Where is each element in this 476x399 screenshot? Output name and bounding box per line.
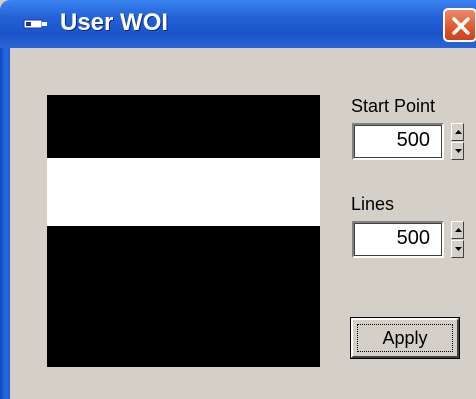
arrow-down-icon	[455, 149, 462, 153]
arrow-up-icon	[455, 228, 462, 232]
arrow-up-icon	[455, 130, 462, 134]
woi-region-band	[47, 158, 320, 226]
arrow-down-icon	[455, 247, 462, 251]
lines-input[interactable]: 500	[352, 221, 444, 258]
lines-down-button[interactable]	[451, 240, 464, 258]
user-woi-window: User WOI Start Point 500 Lines 500 Apply	[0, 0, 476, 399]
start-point-up-button[interactable]	[451, 123, 464, 141]
woi-preview[interactable]	[47, 95, 320, 367]
close-icon	[452, 17, 470, 35]
lines-label: Lines	[351, 194, 395, 214]
apply-button-label: Apply	[382, 327, 428, 348]
lines-up-button[interactable]	[451, 221, 464, 239]
apply-button[interactable]: Apply	[350, 317, 460, 359]
start-point-spinner[interactable]	[451, 123, 464, 160]
start-point-down-button[interactable]	[451, 142, 464, 160]
start-point-label: Start Point	[351, 96, 436, 116]
close-button[interactable]	[443, 8, 476, 42]
lines-spinner[interactable]	[451, 221, 464, 258]
window-title: User WOI	[60, 9, 169, 36]
title-bar[interactable]: User WOI	[0, 0, 476, 48]
start-point-input[interactable]: 500	[352, 123, 444, 160]
app-icon	[23, 19, 47, 29]
window-frame-left	[0, 48, 10, 399]
